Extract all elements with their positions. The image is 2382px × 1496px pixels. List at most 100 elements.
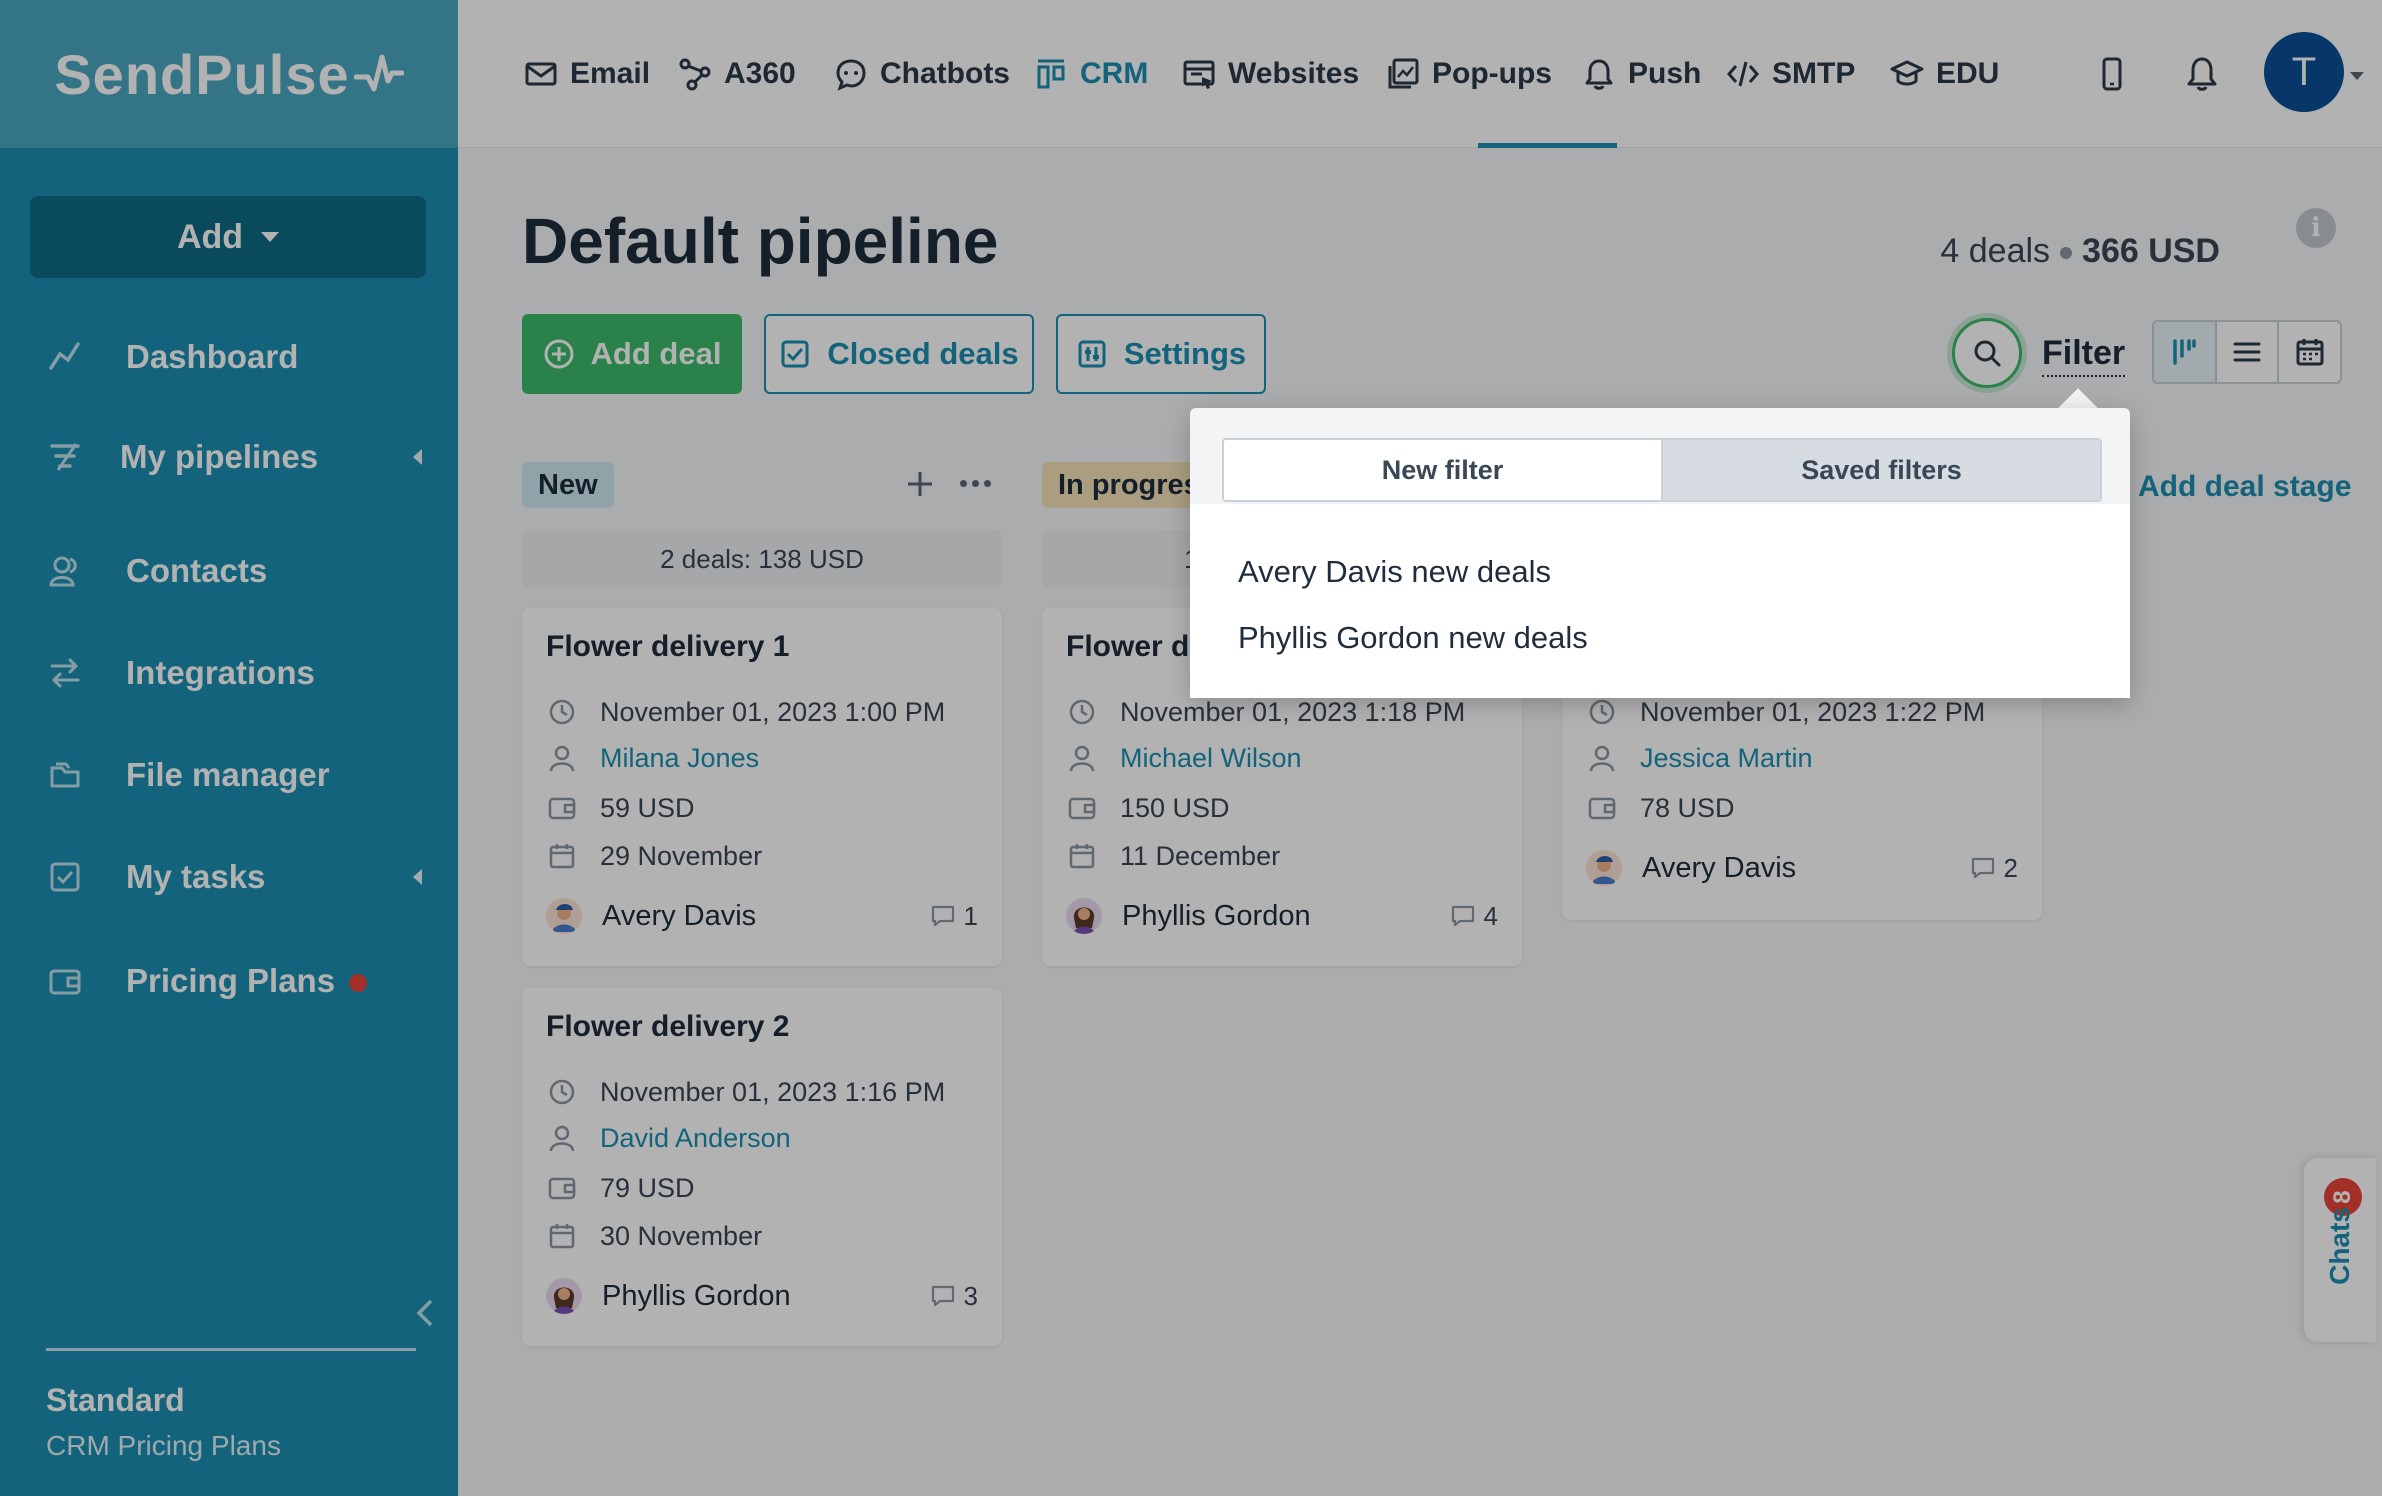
stage-tag-new[interactable]: New [522,462,614,508]
deal-card[interactable]: Flower delivery 2 November 01, 2023 1:16… [522,988,1002,1346]
owner-avatar [546,1278,582,1314]
sliders-icon [1078,340,1106,368]
deal-contact-link[interactable]: Michael Wilson [1120,743,1302,774]
comment-count: 1 [963,900,978,931]
comment-icon [931,905,954,927]
deal-due-date: 29 November [600,840,763,871]
sidebar-item-file-manager[interactable]: File manager [0,740,458,810]
logo[interactable]: SendPulse [0,0,458,148]
pulse-icon [353,54,404,92]
contact-icon [1586,742,1618,774]
tab-label: Websites [1228,57,1360,90]
deal-comments[interactable]: 1 [930,894,978,938]
tab-label: EDU [1936,57,2000,90]
deal-created: November 01, 2023 1:22 PM [1640,696,1986,727]
plan-subtitle[interactable]: CRM Pricing Plans [46,1430,281,1462]
wallet-icon [546,1172,578,1204]
deal-card[interactable]: Flower delivery 1 November 01, 2023 1:00… [522,608,1002,966]
stage-more-icon[interactable] [960,480,991,487]
tab-label: Chatbots [880,57,1010,90]
settings-button[interactable]: Settings [1056,314,1266,394]
tab-chatbots[interactable]: Chatbots [834,0,1010,148]
notifications-icon[interactable] [2182,54,2222,94]
add-deal-stage-link[interactable]: Add deal stage [2138,470,2351,504]
calendar-view-button[interactable] [2279,322,2340,382]
wallet-icon [46,962,84,1000]
stage-summary: 2 deals: 138 USD [522,530,1002,588]
tab-smtp[interactable]: SMTP [1726,0,1855,148]
created-time-icon [546,1076,578,1108]
deal-created: November 01, 2023 1:18 PM [1120,696,1466,727]
info-icon[interactable]: i [2296,208,2336,248]
comment-icon [931,1285,954,1307]
bell-icon [1585,59,1613,90]
settings-label: Settings [1123,336,1247,371]
sidebar-item-label: Pricing Plans [126,962,336,999]
chevron-left-icon [413,449,422,465]
chatbot-icon [836,59,866,91]
sidebar-item-dashboard[interactable]: Dashboard [0,322,458,392]
checkbox-icon [781,340,809,368]
deal-owner: Phyllis Gordon [1122,899,1311,932]
tab-saved-filters[interactable]: Saved filters [1661,440,2100,500]
comment-count: 2 [2003,852,2018,883]
add-button-label: Add [176,217,244,256]
tab-websites[interactable]: Websites [1182,0,1359,148]
active-tab-indicator [1478,143,1617,148]
user-avatar[interactable]: T [2264,32,2344,112]
collapse-sidebar-icon[interactable] [414,1298,436,1328]
deal-contact-link[interactable]: David Anderson [600,1123,791,1154]
tab-label: SMTP [1772,57,1856,90]
add-deal-to-stage-icon[interactable] [904,468,936,500]
closed-deals-button[interactable]: Closed deals [764,314,1034,394]
deal-comments[interactable]: 4 [1450,894,1498,938]
tab-crm[interactable]: CRM [1034,0,1148,148]
deal-comments[interactable]: 2 [1970,846,2018,890]
list-view-button[interactable] [2217,322,2280,382]
deal-amount: 79 USD [600,1172,695,1203]
deal-owner: Avery Davis [1642,851,1797,884]
deal-comments[interactable]: 3 [930,1274,978,1318]
tab-a360[interactable]: A360 [678,0,796,148]
sidebar-item-integrations[interactable]: Integrations [0,638,458,708]
tab-pop-ups[interactable]: Pop-ups [1386,0,1552,148]
sidebar-item-my-pipelines[interactable]: My pipelines [0,422,458,492]
deal-contact-link[interactable]: Milana Jones [600,743,759,774]
comment-count: 3 [963,1280,978,1311]
caret-down-icon[interactable] [2350,72,2364,80]
saved-filter-item[interactable]: Avery Davis new deals [1238,554,1551,590]
sidebar-item-label: File manager [126,756,330,793]
website-icon [1183,60,1215,89]
tab-email[interactable]: Email [524,0,650,148]
tab-edu[interactable]: EDU [1890,0,1999,148]
sidebar-item-my-tasks[interactable]: My tasks [0,842,458,912]
deal-title: Flower de [1066,630,1207,663]
top-navigation: Email A360 Chatbots CRM Websites Pop-ups… [458,0,2382,148]
summary-amount: 366 USD [2082,232,2220,270]
comment-count: 4 [1483,900,1498,931]
tab-new-filter[interactable]: New filter [1224,440,1661,500]
owner-avatar [1066,898,1102,934]
code-icon [1727,61,1759,87]
tab-push[interactable]: Push [1582,0,1701,148]
deal-owner: Avery Davis [602,899,757,932]
deal-created: November 01, 2023 1:16 PM [600,1076,946,1107]
search-button[interactable] [1952,318,2022,388]
deal-contact-link[interactable]: Jessica Martin [1640,743,1813,774]
add-button[interactable]: Add [30,196,426,278]
add-deal-label: Add deal [590,336,722,371]
sidebar-item-contacts[interactable]: Contacts [0,536,458,606]
chats-tab[interactable]: 8 Chats [2304,1158,2376,1342]
add-deal-button[interactable]: Add deal [522,314,742,394]
calendar-icon [546,840,578,872]
kanban-view-button[interactable] [2154,322,2217,382]
tab-label: Email [570,57,651,90]
filter-toggle[interactable]: Filter [2042,334,2126,377]
mobile-icon[interactable] [2092,54,2132,94]
saved-filter-item[interactable]: Phyllis Gordon new deals [1238,620,1588,656]
chats-label: Chats [2324,1207,2355,1285]
search-icon [1974,340,2001,367]
tab-label: A360 [724,57,796,90]
plan-name[interactable]: Standard [46,1382,185,1419]
sidebar-item-pricing-plans[interactable]: Pricing Plans [0,946,458,1016]
